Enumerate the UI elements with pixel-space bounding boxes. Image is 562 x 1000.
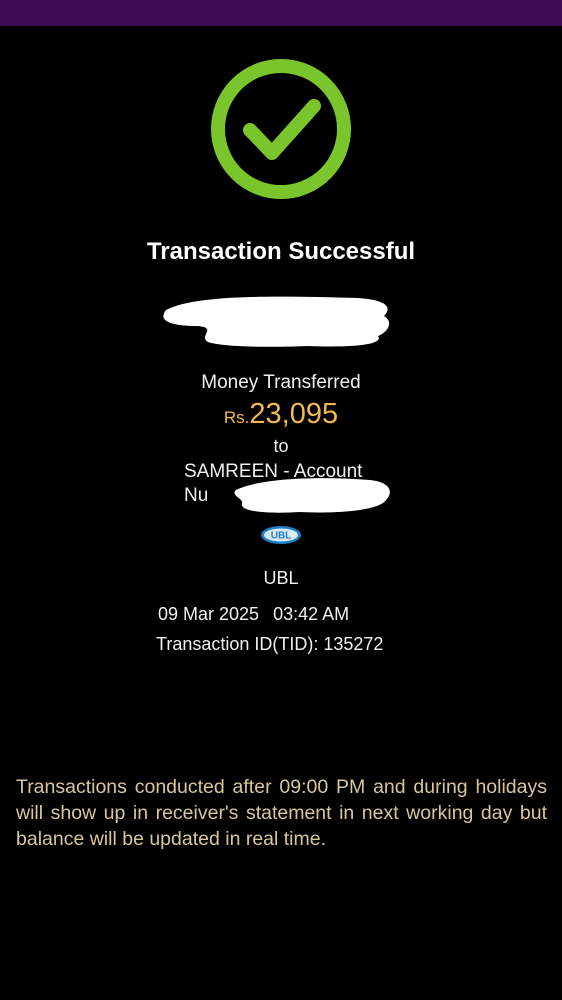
bank-name: UBL [263,568,299,588]
status-title: Transaction Successful [146,238,416,265]
bank-logo: UBL [261,526,301,544]
redaction-mark [163,296,390,347]
transaction-id: Transaction ID(TID): 135272 [156,634,384,654]
transaction-time: 03:42 AM [273,604,350,624]
redaction-mark [234,478,390,513]
amount-value: 23,095 [249,398,339,430]
disclaimer-text: Transactions conducted after 09:00 PM an… [16,776,547,850]
transaction-date: 09 Mar 2025 [158,604,260,624]
currency-label: Rs. [223,408,250,427]
transfer-amount: Rs.23,095 [0,398,562,431]
svg-text:UBL: UBL [271,531,292,542]
top-status-bar [0,0,562,26]
money-transferred-label: Money Transferred [201,372,361,393]
check-circle-icon [211,59,351,199]
transaction-datetime: 09 Mar 2025 03:42 AM [158,604,349,625]
to-label: to [273,436,289,456]
